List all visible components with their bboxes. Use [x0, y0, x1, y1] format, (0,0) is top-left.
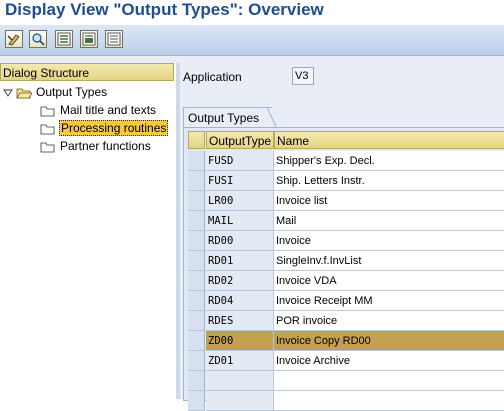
row-selector[interactable] — [188, 271, 205, 291]
output-types-table: OutputType Name FUSD Shipper's Exp. Decl.… — [183, 127, 504, 411]
tree-item-label: Partner functions — [60, 139, 151, 153]
tab-edge — [267, 107, 277, 128]
name-cell[interactable]: Shipper's Exp. Decl. — [274, 151, 504, 171]
select-all-icon[interactable] — [55, 30, 73, 48]
output-type-cell[interactable]: RD00 — [206, 231, 274, 251]
tree-item-label: Output Types — [36, 85, 108, 99]
tree-item-mail-title-and-texts[interactable]: Mail title and texts — [40, 102, 157, 118]
overview-pane: Application V3 Output Types OutputType N… — [180, 63, 504, 411]
output-type-cell[interactable]: RD02 — [206, 271, 274, 291]
display-change-icon[interactable] — [5, 30, 23, 48]
dialog-structure-header: Dialog Structure — [0, 63, 174, 81]
tree-item-label: Mail title and texts — [60, 103, 157, 117]
output-type-cell[interactable]: ZD01 — [206, 351, 274, 371]
tree-item-partner-functions[interactable]: Partner functions — [40, 138, 152, 154]
tree-item-output-types[interactable]: Output Types — [2, 84, 108, 100]
output-type-cell[interactable]: RD04 — [206, 291, 274, 311]
application-field[interactable]: V3 — [292, 67, 314, 85]
output-type-cell[interactable]: RD01 — [206, 251, 274, 271]
name-cell[interactable] — [274, 391, 504, 411]
tree-item-processing-routines[interactable]: Processing routines — [40, 120, 169, 136]
name-cell[interactable]: Invoice Copy RD00 — [274, 331, 504, 351]
output-type-cell[interactable] — [206, 371, 274, 391]
name-cell[interactable]: Invoice — [274, 231, 504, 251]
output-type-cell[interactable]: LR00 — [206, 191, 274, 211]
output-type-cell[interactable]: ZD00 — [206, 331, 274, 351]
row-selector[interactable] — [188, 331, 205, 351]
name-cell[interactable]: Mail — [274, 211, 504, 231]
column-header-outputtype[interactable]: OutputType — [206, 131, 274, 149]
tab-output-types[interactable]: Output Types — [183, 107, 272, 128]
row-selector[interactable] — [188, 371, 205, 391]
tree-item-label: Processing routines — [59, 120, 169, 136]
page-title: Display View "Output Types": Overview — [5, 0, 324, 19]
output-type-cell[interactable] — [206, 391, 274, 411]
details-icon[interactable] — [29, 30, 47, 48]
deselect-all-icon[interactable] — [105, 30, 123, 48]
folder-icon — [40, 106, 55, 117]
row-selector[interactable] — [188, 191, 205, 211]
name-cell[interactable]: Invoice Archive — [274, 351, 504, 371]
select-block-icon[interactable] — [80, 30, 98, 48]
column-header-name[interactable]: Name — [274, 131, 504, 149]
name-cell[interactable] — [274, 371, 504, 391]
row-selector[interactable] — [188, 391, 205, 411]
name-cell[interactable]: Invoice list — [274, 191, 504, 211]
row-selector[interactable] — [188, 311, 205, 331]
row-selector[interactable] — [188, 211, 205, 231]
name-cell[interactable]: Invoice VDA — [274, 271, 504, 291]
output-type-cell[interactable]: FUSD — [206, 151, 274, 171]
name-cell[interactable]: Ship. Letters Instr. — [274, 171, 504, 191]
row-selector[interactable] — [188, 351, 205, 371]
output-type-cell[interactable]: RDES — [206, 311, 274, 331]
name-cell[interactable]: POR invoice — [274, 311, 504, 331]
row-selector[interactable] — [188, 291, 205, 311]
row-selector[interactable] — [188, 231, 205, 251]
dialog-structure-pane: Dialog Structure Output Types Mail title… — [0, 63, 180, 399]
folder-icon — [40, 142, 55, 153]
row-selector[interactable] — [188, 251, 205, 271]
output-type-cell[interactable]: MAIL — [206, 211, 274, 231]
application-toolbar — [0, 25, 504, 56]
expand-triangle-icon[interactable] — [2, 87, 14, 99]
folder-icon — [40, 124, 55, 135]
open-folder-icon — [16, 88, 32, 99]
name-cell[interactable]: SingleInv.f.InvList — [274, 251, 504, 271]
title-bar: Display View "Output Types": Overview — [0, 0, 504, 24]
application-label: Application — [183, 70, 242, 84]
output-type-cell[interactable]: FUSI — [206, 171, 274, 191]
name-cell[interactable]: Invoice Receipt MM — [274, 291, 504, 311]
row-selector[interactable] — [188, 151, 205, 171]
select-all-rows-cell[interactable] — [188, 131, 205, 149]
row-selector[interactable] — [188, 171, 205, 191]
